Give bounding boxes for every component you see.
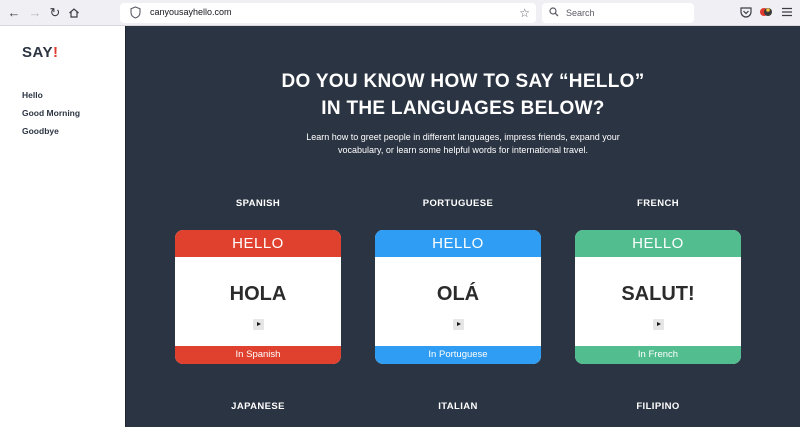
play-audio-button[interactable]: [653, 319, 664, 330]
menu-icon[interactable]: [780, 5, 794, 19]
logo[interactable]: SAY!: [22, 44, 58, 61]
card-cap: HELLO: [375, 230, 541, 257]
page-title-line-1: DO YOU KNOW HOW TO SAY “HELLO”: [281, 71, 645, 92]
sidebar-item-good-morning[interactable]: Good Morning: [22, 108, 80, 118]
language-label-spanish: SPANISH: [235, 198, 281, 209]
home-icon[interactable]: [66, 5, 82, 21]
reload-icon[interactable]: ↻: [47, 5, 63, 21]
play-audio-button[interactable]: [253, 319, 264, 330]
pocket-icon[interactable]: [739, 5, 753, 19]
back-arrow-icon[interactable]: ←: [6, 5, 22, 21]
sidebar-item-goodbye[interactable]: Goodbye: [22, 126, 59, 136]
intro-line-1: Learn how to greet people in different l…: [306, 132, 620, 142]
language-label-italian: ITALIAN: [438, 401, 478, 412]
hello-card-french[interactable]: HELLO SALUT! In French: [575, 230, 741, 364]
page-title-line-2: IN THE LANGUAGES BELOW?: [321, 98, 605, 119]
browser-toolbar: ← → ↻ canyousayhello.com ☆ Search: [0, 0, 800, 26]
url-text[interactable]: canyousayhello.com: [150, 7, 232, 17]
bookmark-star-icon[interactable]: ☆: [519, 5, 530, 21]
card-word: SALUT!: [621, 283, 695, 305]
logo-exclamation: !: [52, 44, 59, 61]
card-footer: In Portuguese: [375, 346, 541, 364]
page-title: DO YOU KNOW HOW TO SAY “HELLO” IN THE LA…: [126, 68, 800, 122]
search-icon: [549, 7, 559, 17]
sidebar: SAY! Hello Good Morning Goodbye: [0, 26, 126, 427]
hello-card-portuguese[interactable]: HELLO OLÁ In Portuguese: [375, 230, 541, 364]
language-label-portuguese: PORTUGUESE: [422, 198, 494, 209]
language-label-filipino: FILIPINO: [636, 401, 680, 412]
language-label-french: FRENCH: [637, 198, 679, 209]
search-placeholder[interactable]: Search: [566, 8, 595, 18]
intro-line-2: vocabulary, or learn some helpful words …: [338, 145, 588, 155]
forward-arrow-icon[interactable]: →: [27, 5, 43, 21]
address-bar[interactable]: canyousayhello.com ☆: [120, 3, 536, 23]
language-label-japanese: JAPANESE: [231, 401, 285, 412]
card-word: HOLA: [229, 283, 287, 305]
extension-icon[interactable]: [759, 5, 773, 19]
hello-card-spanish[interactable]: HELLO HOLA In Spanish: [175, 230, 341, 364]
intro-text: Learn how to greet people in different l…: [263, 131, 663, 157]
main-content: DO YOU KNOW HOW TO SAY “HELLO” IN THE LA…: [126, 26, 800, 427]
search-bar[interactable]: Search: [542, 3, 694, 23]
logo-text: SAY: [22, 44, 53, 61]
card-cap: HELLO: [175, 230, 341, 257]
card-footer: In French: [575, 346, 741, 364]
sidebar-item-hello[interactable]: Hello: [22, 90, 43, 100]
play-audio-button[interactable]: [453, 319, 464, 330]
card-cap: HELLO: [575, 230, 741, 257]
card-word: OLÁ: [436, 283, 480, 305]
shield-icon[interactable]: [130, 6, 141, 19]
card-footer: In Spanish: [175, 346, 341, 364]
